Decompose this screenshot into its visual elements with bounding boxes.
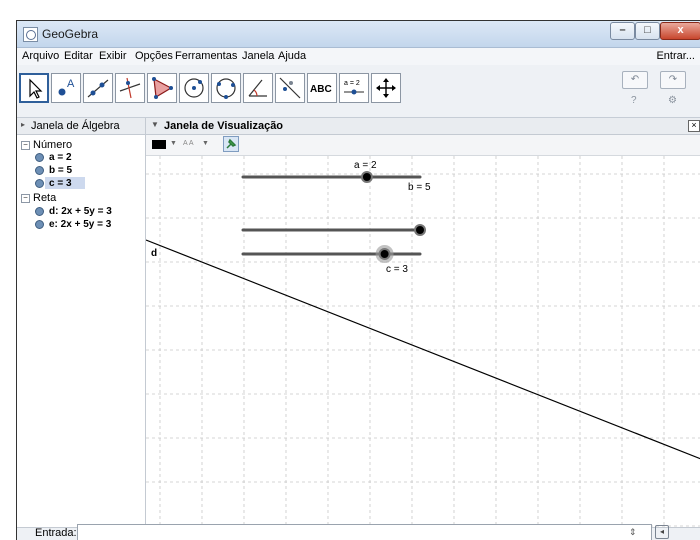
close-icon: x xyxy=(677,24,684,36)
window-title: GeoGebra xyxy=(42,27,99,41)
font-size-dropdown-icon[interactable]: ▼ xyxy=(202,140,209,147)
input-label: Entrada: xyxy=(35,527,77,539)
maximize-icon: □ xyxy=(644,24,651,36)
algebra-item-a[interactable]: a = 2 xyxy=(49,152,72,163)
graphics-view-header: ▼ Janela de Visualização × xyxy=(146,118,700,135)
pin-icon xyxy=(226,138,237,149)
font-size-button[interactable]: A A xyxy=(183,140,194,147)
slider-a-label: a = 2 xyxy=(354,160,377,171)
angle-tool-icon xyxy=(248,79,267,97)
menu-editar[interactable]: Editar xyxy=(64,50,93,62)
slider-a-knob[interactable] xyxy=(360,171,373,183)
color-dropdown-icon[interactable]: ▼ xyxy=(170,140,177,147)
visibility-toggle-c-icon[interactable] xyxy=(35,179,44,188)
geogebra-logo-icon xyxy=(23,27,38,42)
graphics-canvas[interactable]: d a = 2 b = 5 c = 3 xyxy=(146,156,700,527)
geogebra-window: GeoGebra – □ x Arquivo Editar Exibir Opç… xyxy=(16,20,700,540)
circle-three-points-tool-icon xyxy=(216,78,236,99)
menu-ferramentas[interactable]: Ferramentas xyxy=(175,50,237,62)
circle-tool-button[interactable] xyxy=(179,73,209,103)
algebra-item-b[interactable]: b = 5 xyxy=(49,165,72,176)
polygon-tool-button[interactable] xyxy=(147,73,177,103)
minimize-button[interactable]: – xyxy=(610,22,635,40)
slider-c-knob[interactable] xyxy=(378,248,391,260)
algebra-view-title: Janela de Álgebra xyxy=(31,120,120,132)
line-d-label: d xyxy=(151,248,157,259)
line-d[interactable] xyxy=(146,239,700,460)
collapse-reta-icon[interactable]: − xyxy=(21,194,30,203)
color-swatch[interactable] xyxy=(152,140,166,149)
algebra-item-e[interactable]: e: 2x + 5y = 3 xyxy=(49,219,111,230)
menu-ajuda[interactable]: Ajuda xyxy=(278,50,306,62)
slider-tool-icon: a = 2 xyxy=(344,80,364,95)
algebra-item-c[interactable]: c = 3 xyxy=(49,178,72,189)
input-history-icon[interactable]: ⇕ xyxy=(629,527,637,538)
angle-tool-button[interactable] xyxy=(243,73,273,103)
slider-a[interactable]: a = 2 xyxy=(241,160,422,183)
visibility-toggle-b-icon[interactable] xyxy=(35,166,44,175)
menu-bar: Arquivo Editar Exibir Opções Ferramentas… xyxy=(17,48,700,65)
collapse-numero-icon[interactable]: − xyxy=(21,141,30,150)
menu-arquivo[interactable]: Arquivo xyxy=(22,50,59,62)
move-tool-icon xyxy=(29,78,43,99)
polygon-tool-icon xyxy=(152,77,173,99)
slider-b-label: b = 5 xyxy=(408,182,431,193)
slider-b[interactable]: b = 5 xyxy=(241,182,431,236)
close-view-icon[interactable]: × xyxy=(688,120,700,132)
visibility-toggle-a-icon[interactable] xyxy=(35,153,44,162)
slider-b-knob[interactable] xyxy=(414,224,426,236)
undo-button[interactable]: ↶ xyxy=(622,71,648,89)
gear-icon[interactable]: ⚙ xyxy=(668,95,677,106)
menu-exibir[interactable]: Exibir xyxy=(99,50,127,62)
group-reta-label: Reta xyxy=(33,192,57,204)
move-tool-button[interactable] xyxy=(19,73,49,103)
grid xyxy=(146,156,700,527)
move-graphics-tool-button[interactable] xyxy=(371,73,401,103)
menu-janela[interactable]: Janela xyxy=(242,50,274,62)
perpendicular-line-tool-button[interactable] xyxy=(115,73,145,103)
slider-c-label: c = 3 xyxy=(386,264,408,275)
login-link[interactable]: Entrar... xyxy=(656,50,695,62)
menu-opcoes[interactable]: Opções xyxy=(135,50,173,62)
group-numero-label: Número xyxy=(33,139,73,151)
perpendicular-line-tool-icon xyxy=(119,77,141,99)
slider-c[interactable]: c = 3 xyxy=(241,245,422,275)
pin-button[interactable] xyxy=(223,136,239,152)
graphics-menu-arrow-icon[interactable]: ▼ xyxy=(151,120,159,129)
graphics-view[interactable]: d a = 2 b = 5 c = 3 xyxy=(146,156,700,527)
graphics-view-title: Janela de Visualização xyxy=(164,120,284,132)
slider-tool-label: a = 2 xyxy=(344,80,360,87)
collapse-arrow-icon[interactable]: ▸ xyxy=(21,120,25,129)
reflect-tool-icon xyxy=(279,77,301,99)
input-field[interactable] xyxy=(77,524,652,540)
line-tool-icon xyxy=(87,79,109,98)
text-tool-label: ABC xyxy=(310,84,332,95)
text-tool-icon: ABC xyxy=(310,84,332,95)
move-graphics-tool-icon xyxy=(376,78,396,98)
algebra-item-d[interactable]: d: 2x + 5y = 3 xyxy=(49,206,112,217)
algebra-view: − Número a = 2 b = 5 c = 3 − Reta d: 2x … xyxy=(17,135,146,527)
minimize-icon: – xyxy=(619,24,626,36)
maximize-button[interactable]: □ xyxy=(635,22,660,40)
title-bar: GeoGebra – □ x xyxy=(17,21,700,48)
line-tool-button[interactable] xyxy=(83,73,113,103)
algebra-view-header: ▸ Janela de Álgebra xyxy=(17,118,146,135)
visibility-toggle-d-icon[interactable] xyxy=(35,207,44,216)
circle-tool-icon xyxy=(184,78,204,98)
input-help-icon[interactable]: ◂ xyxy=(655,525,669,539)
text-tool-button[interactable]: ABC xyxy=(307,73,337,103)
svg-text:A: A xyxy=(67,78,75,90)
toolbar: A ABC a = 2 ↶ ↷ ? ⚙ xyxy=(17,65,700,118)
input-bar: Entrada: ⇕ ◂ xyxy=(17,524,700,540)
visibility-toggle-e-icon[interactable] xyxy=(35,220,44,229)
reflect-tool-button[interactable] xyxy=(275,73,305,103)
point-tool-button[interactable]: A xyxy=(51,73,81,103)
circle-three-points-tool-button[interactable] xyxy=(211,73,241,103)
graphics-style-bar: ▼ A A ▼ xyxy=(146,135,700,156)
close-button[interactable]: x xyxy=(660,22,700,40)
slider-tool-button[interactable]: a = 2 xyxy=(339,73,369,103)
redo-button[interactable]: ↷ xyxy=(660,71,686,89)
point-tool-icon: A xyxy=(58,78,75,96)
help-icon[interactable]: ? xyxy=(631,95,637,106)
